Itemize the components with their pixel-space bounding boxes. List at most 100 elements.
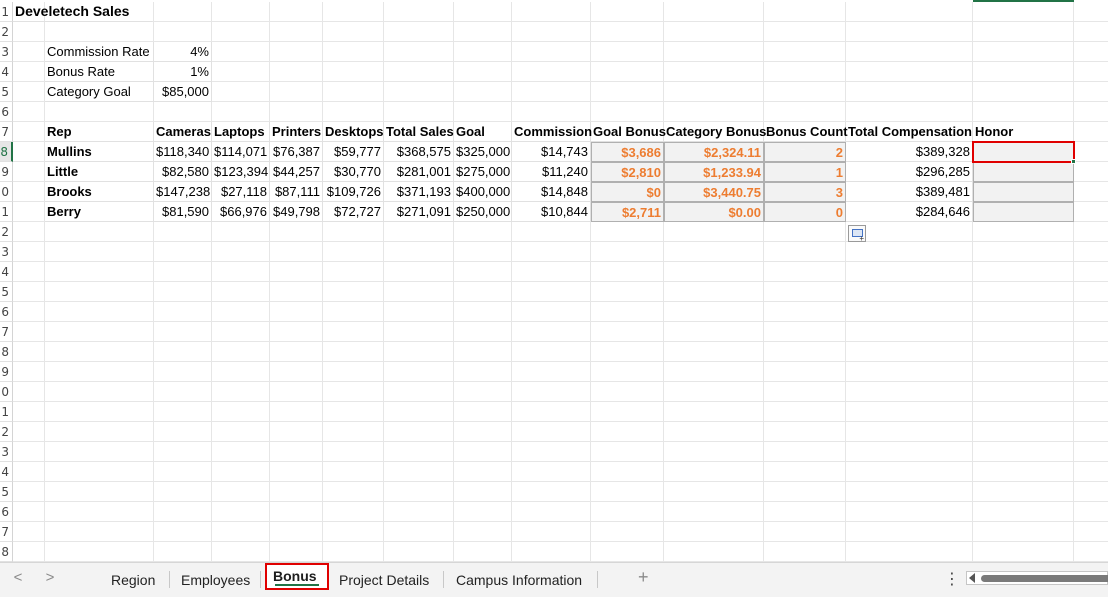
tab-project-details[interactable]: Project Details	[333, 569, 435, 591]
active-cell-highlight[interactable]	[972, 141, 1075, 163]
goal-bonus-cell[interactable]: $2,711	[591, 202, 664, 222]
tab-campus-information[interactable]: Campus Information	[450, 569, 588, 591]
row-header[interactable]: 3	[0, 242, 13, 262]
total-compensation-cell[interactable]: $389,481	[846, 182, 973, 202]
rep-name[interactable]: Berry	[45, 202, 154, 222]
honor-cell[interactable]	[973, 202, 1074, 222]
horizontal-scrollbar[interactable]	[966, 571, 1108, 585]
scrollbar-thumb[interactable]	[981, 575, 1108, 582]
tab-bonus[interactable]: Bonus	[265, 563, 329, 590]
row-header[interactable]: 6	[0, 502, 13, 522]
category-bonus-cell[interactable]: $0.00	[664, 202, 764, 222]
rep-name[interactable]: Little	[45, 162, 154, 182]
next-sheet-icon[interactable]: >	[42, 569, 58, 586]
category-bonus-cell[interactable]: $2,324.11	[664, 142, 764, 162]
goal-bonus-cell[interactable]: $0	[591, 182, 664, 202]
scroll-left-icon[interactable]	[969, 573, 975, 583]
goal-bonus-cell[interactable]: $2,810	[591, 162, 664, 182]
row-header[interactable]: 1	[0, 202, 13, 222]
header-desktops[interactable]: Desktops	[323, 122, 384, 142]
desktops-cell[interactable]: $30,770	[323, 162, 384, 182]
row-header-selected[interactable]: 8	[0, 142, 13, 162]
cameras-cell[interactable]: $118,340	[154, 142, 212, 162]
row-header[interactable]: 5	[0, 482, 13, 502]
cameras-cell[interactable]: $147,238	[154, 182, 212, 202]
row-header[interactable]: 8	[0, 542, 13, 562]
header-printers[interactable]: Printers	[270, 122, 323, 142]
cameras-cell[interactable]: $81,590	[154, 202, 212, 222]
laptops-cell[interactable]: $114,071	[212, 142, 270, 162]
bonus-count-cell[interactable]: 2	[764, 142, 846, 162]
param-label[interactable]: Commission Rate	[45, 42, 154, 62]
rep-name[interactable]: Mullins	[45, 142, 154, 162]
printers-cell[interactable]: $44,257	[270, 162, 323, 182]
param-value[interactable]: 1%	[154, 62, 212, 82]
row-header[interactable]: 8	[0, 342, 13, 362]
row-header[interactable]: 7	[0, 122, 13, 142]
total-sales-cell[interactable]: $371,193	[384, 182, 454, 202]
rep-name[interactable]: Brooks	[45, 182, 154, 202]
param-label[interactable]: Bonus Rate	[45, 62, 154, 82]
row-header[interactable]: 7	[0, 322, 13, 342]
printers-cell[interactable]: $49,798	[270, 202, 323, 222]
printers-cell[interactable]: $76,387	[270, 142, 323, 162]
total-sales-cell[interactable]: $271,091	[384, 202, 454, 222]
laptops-cell[interactable]: $123,394	[212, 162, 270, 182]
row-header[interactable]: 4	[0, 462, 13, 482]
category-bonus-cell[interactable]: $3,440.75	[664, 182, 764, 202]
goal-cell[interactable]: $275,000	[454, 162, 512, 182]
total-compensation-cell[interactable]: $284,646	[846, 202, 973, 222]
header-category-bonus[interactable]: Category Bonus	[664, 122, 766, 142]
row-header[interactable]: 4	[0, 62, 13, 82]
spreadsheet-grid[interactable]: 1 2 3 4 5 6 7 8 9 0 1 2 3 4 5 6 7 8 9 0 …	[0, 0, 1108, 562]
header-bonus-count[interactable]: Bonus Count	[764, 122, 848, 142]
fill-handle[interactable]	[1071, 159, 1076, 164]
tab-employees[interactable]: Employees	[175, 569, 256, 591]
header-goal[interactable]: Goal	[454, 122, 512, 142]
header-total-sales[interactable]: Total Sales	[384, 122, 454, 142]
row-header[interactable]: 5	[0, 82, 13, 102]
sheet-title[interactable]: Develetech Sales	[13, 2, 153, 22]
row-header[interactable]: 9	[0, 162, 13, 182]
honor-cell[interactable]	[973, 162, 1074, 182]
row-header[interactable]: 2	[0, 422, 13, 442]
row-header[interactable]: 7	[0, 522, 13, 542]
row-header[interactable]: 3	[0, 442, 13, 462]
category-bonus-cell[interactable]: $1,233.94	[664, 162, 764, 182]
desktops-cell[interactable]: $59,777	[323, 142, 384, 162]
prev-sheet-icon[interactable]: <	[10, 569, 26, 586]
commission-cell[interactable]: $14,848	[512, 182, 591, 202]
more-options-icon[interactable]: ⋮	[944, 569, 960, 589]
desktops-cell[interactable]: $109,726	[323, 182, 384, 202]
param-value[interactable]: $85,000	[154, 82, 212, 102]
total-compensation-cell[interactable]: $389,328	[846, 142, 973, 162]
goal-cell[interactable]: $325,000	[454, 142, 512, 162]
header-total-compensation[interactable]: Total Compensation	[846, 122, 973, 142]
laptops-cell[interactable]: $27,118	[212, 182, 270, 202]
header-honor[interactable]: Honor	[973, 122, 1074, 142]
row-header[interactable]: 6	[0, 302, 13, 322]
row-header[interactable]: 1	[0, 402, 13, 422]
honor-cell[interactable]	[973, 182, 1074, 202]
param-label[interactable]: Category Goal	[45, 82, 154, 102]
goal-cell[interactable]: $250,000	[454, 202, 512, 222]
total-compensation-cell[interactable]: $296,285	[846, 162, 973, 182]
header-commission[interactable]: Commission	[512, 122, 592, 142]
goal-bonus-cell[interactable]: $3,686	[591, 142, 664, 162]
row-header[interactable]: 2	[0, 22, 13, 42]
total-sales-cell[interactable]: $281,001	[384, 162, 454, 182]
quick-analysis-icon[interactable]	[848, 225, 866, 243]
row-header[interactable]: 2	[0, 222, 13, 242]
bonus-count-cell[interactable]: 0	[764, 202, 846, 222]
tab-region[interactable]: Region	[105, 569, 161, 591]
row-header[interactable]: 9	[0, 362, 13, 382]
bonus-count-cell[interactable]: 1	[764, 162, 846, 182]
printers-cell[interactable]: $87,111	[270, 182, 323, 202]
commission-cell[interactable]: $14,743	[512, 142, 591, 162]
header-goal-bonus[interactable]: Goal Bonus	[591, 122, 666, 142]
goal-cell[interactable]: $400,000	[454, 182, 512, 202]
header-rep[interactable]: Rep	[45, 122, 154, 142]
row-header[interactable]: 4	[0, 262, 13, 282]
commission-cell[interactable]: $11,240	[512, 162, 591, 182]
row-header[interactable]: 3	[0, 42, 13, 62]
